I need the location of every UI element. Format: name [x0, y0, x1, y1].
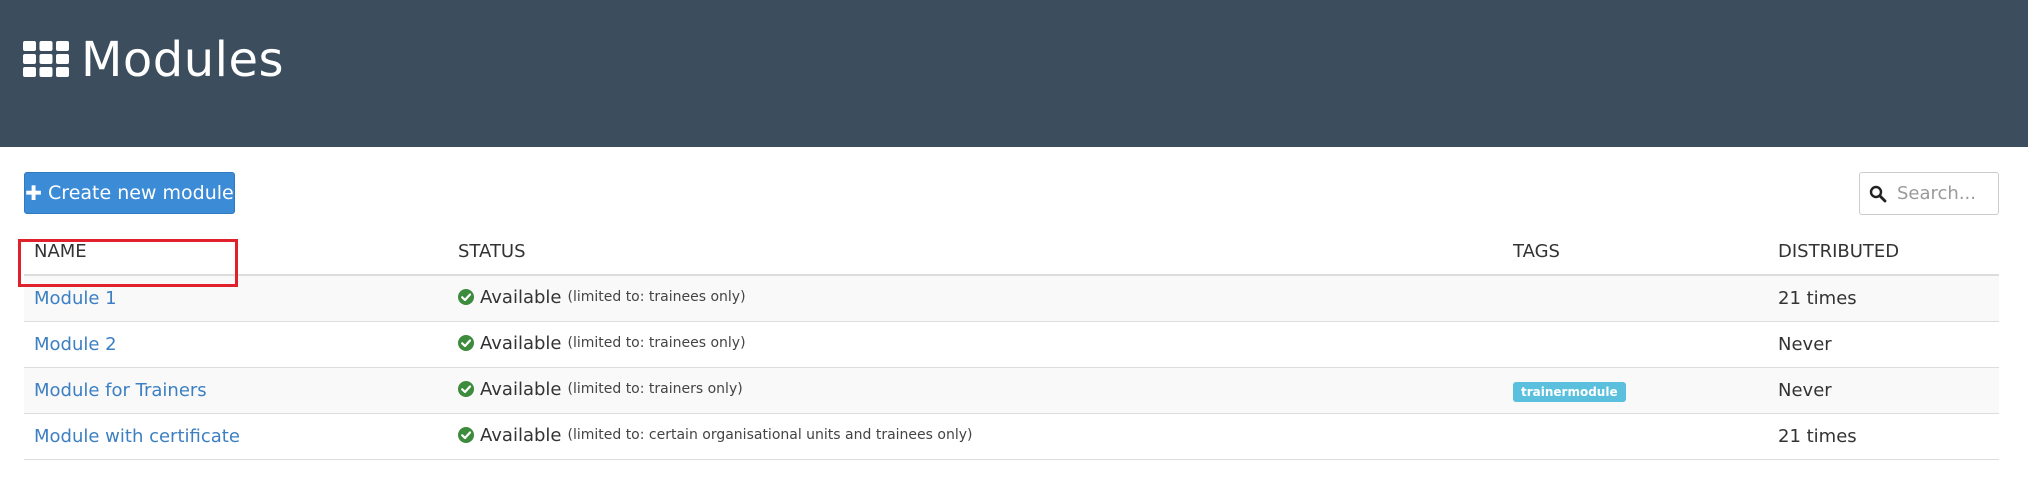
column-header-distributed[interactable]: DISTRIBUTED — [1768, 229, 1999, 276]
status-text: Available — [480, 286, 562, 308]
tags-cell — [1503, 275, 1768, 322]
distributed-cell: 21 times — [1768, 275, 1999, 322]
module-link[interactable]: Module 1 — [34, 288, 117, 309]
grid-icon — [23, 41, 69, 77]
create-module-label: Create new module — [48, 182, 234, 204]
status-cell: Available (limited to: trainees only) — [448, 321, 1503, 368]
module-link[interactable]: Module with certificate — [34, 426, 240, 447]
status-text: Available — [480, 378, 562, 400]
page-header: Modules — [0, 0, 2028, 147]
modules-table: NAME STATUS TAGS DISTRIBUTED Module 1 Av… — [24, 229, 1999, 460]
table-row: Module for Trainers Available (limited t… — [24, 367, 1999, 414]
distributed-cell: Never — [1768, 321, 1999, 368]
distributed-cell: 21 times — [1768, 413, 1999, 460]
status-cell: Available (limited to: trainees only) — [448, 275, 1503, 322]
toolbar: ✚ Create new module — [0, 147, 2028, 219]
table-row: Module 1 Available (limited to: trainees… — [24, 275, 1999, 322]
search-box[interactable] — [1859, 172, 1999, 215]
module-link[interactable]: Module for Trainers — [34, 380, 207, 401]
status-cell: Available (limited to: trainers only) — [448, 367, 1503, 414]
status-limit: (limited to: trainers only) — [567, 381, 743, 398]
column-header-status[interactable]: STATUS — [448, 229, 1503, 276]
status-text: Available — [480, 332, 562, 354]
tag-badge[interactable]: trainermodule — [1513, 381, 1626, 402]
table-row: Module with certificate Available (limit… — [24, 413, 1999, 460]
tags-cell — [1503, 413, 1768, 460]
status-limit: (limited to: trainees only) — [567, 335, 746, 352]
create-module-button[interactable]: ✚ Create new module — [24, 172, 235, 214]
column-header-name[interactable]: NAME — [24, 229, 448, 276]
status-limit: (limited to: trainees only) — [567, 289, 746, 306]
search-icon — [1869, 185, 1887, 202]
table-row: Module 2 Available (limited to: trainees… — [24, 321, 1999, 368]
plus-icon: ✚ — [25, 181, 43, 205]
name-cell: Module with certificate — [24, 413, 448, 460]
search-input[interactable] — [1895, 182, 1994, 205]
page-title: Modules — [81, 32, 285, 88]
check-circle-icon — [458, 289, 474, 306]
name-cell: Module for Trainers — [24, 367, 448, 414]
distributed-cell: Never — [1768, 367, 1999, 414]
name-cell: Module 1 — [24, 275, 448, 322]
tags-cell — [1503, 321, 1768, 368]
tags-cell: trainermodule — [1503, 367, 1768, 414]
name-cell: Module 2 — [24, 321, 448, 368]
table-header-row: NAME STATUS TAGS DISTRIBUTED — [24, 229, 1999, 276]
check-circle-icon — [458, 335, 474, 352]
module-link[interactable]: Module 2 — [34, 334, 117, 355]
column-header-tags[interactable]: TAGS — [1503, 229, 1768, 276]
check-circle-icon — [458, 427, 474, 444]
status-cell: Available (limited to: certain organisat… — [448, 413, 1503, 460]
check-circle-icon — [458, 381, 474, 398]
status-text: Available — [480, 424, 562, 446]
status-limit: (limited to: certain organisational unit… — [567, 427, 973, 444]
